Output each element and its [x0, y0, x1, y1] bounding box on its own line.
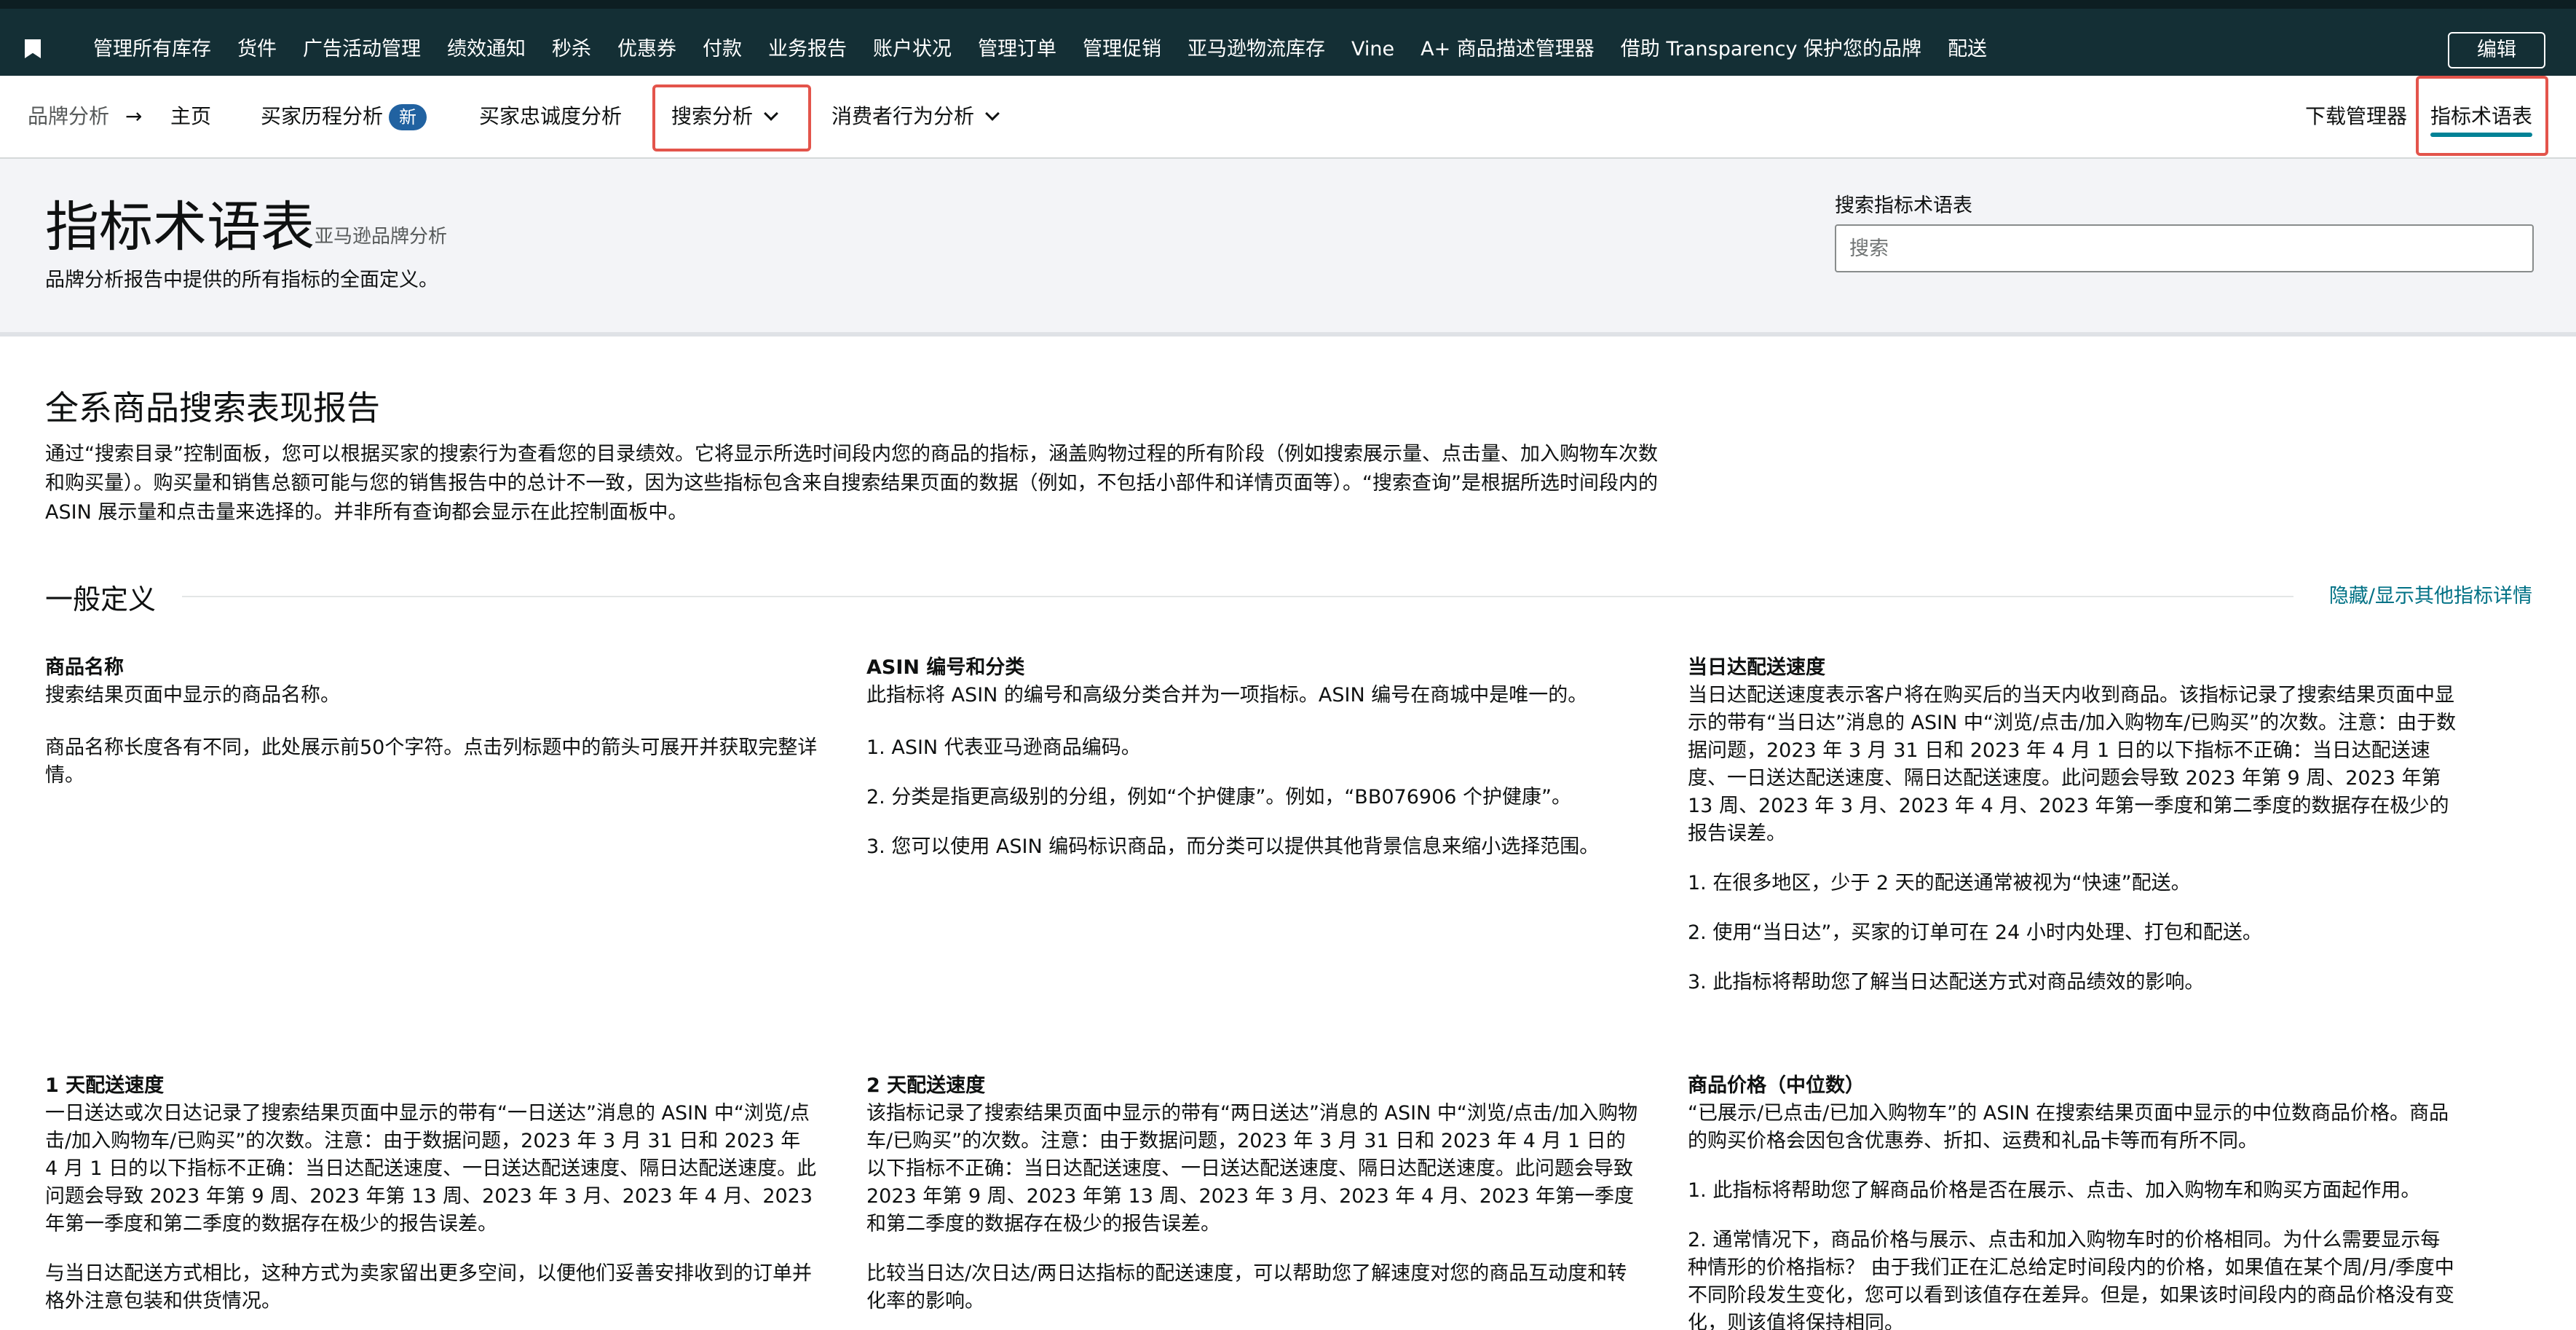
search-label: 搜索指标术语表	[1835, 194, 1972, 217]
toggle-metric-details-link[interactable]: 隐藏/显示其他指标详情	[2329, 580, 2532, 608]
nav-item-delivery[interactable]: 配送	[1948, 32, 1987, 67]
tab-consumer-behavior-label: 消费者行为分析	[831, 104, 975, 128]
glossary-search-input[interactable]	[1835, 224, 2534, 272]
nav-item-manage-orders[interactable]: 管理订单	[978, 32, 1056, 67]
tab-buyer-journey-label: 买家历程分析	[261, 104, 384, 128]
new-badge: 新	[389, 104, 427, 130]
term-paragraph: 1. 此指标将帮助您了解商品价格是否在展示、点击、加入购物车和购买方面起作用。	[1688, 1179, 2421, 1202]
nav-item-a-plus-manager[interactable]: A+ 商品描述管理器	[1421, 32, 1595, 67]
term-paragraph: 该指标记录了搜索结果页面中显示的带有“两日送达”消息的 ASIN 中“浏览/点击…	[866, 1102, 1638, 1235]
top-nav-items: 管理所有库存 货件 广告活动管理 绩效通知 秒杀 优惠券 付款 业务报告 账户状…	[93, 32, 2013, 67]
nav-item-campaign-manager[interactable]: 广告活动管理	[303, 32, 421, 67]
term-two-day-delivery: 2 天配送速度 该指标记录了搜索结果页面中显示的带有“两日送达”消息的 ASIN…	[866, 1072, 1638, 1315]
term-paragraph: 与当日达配送方式相比，这种方式为卖家留出更多空间，以便他们妥善安排收到的订单并格…	[45, 1262, 812, 1313]
term-paragraph: 搜索结果页面中显示的商品名称。	[45, 684, 340, 707]
tab-consumer-behavior[interactable]: 消费者行为分析	[831, 102, 1000, 131]
search-analysis-highlight	[652, 84, 811, 152]
term-paragraph: 2. 分类是指更高级别的分组，例如“个护健康”。例如，“BB076906 个护健…	[866, 786, 1571, 808]
nav-item-business-reports[interactable]: 业务报告	[768, 32, 847, 67]
brand-analytics-subnav: 品牌分析 → 主页 买家历程分析新 买家忠诚度分析 搜索分析 消费者行为分析 下…	[0, 76, 2576, 159]
term-paragraph: 2. 通常情况下，商品价格与展示、点击和加入购物车时的价格相同。为什么需要显示每…	[1688, 1229, 2454, 1330]
nav-item-manage-inventory[interactable]: 管理所有库存	[93, 32, 211, 67]
term-paragraph: 当日达配送速度表示客户将在购买后的当天内收到商品。该指标记录了搜索结果页面中显示…	[1688, 684, 2457, 845]
term-title: 1 天配送速度	[45, 1074, 165, 1097]
section-divider	[182, 596, 2293, 597]
tab-customer-loyalty[interactable]: 买家忠诚度分析	[479, 102, 622, 131]
edit-button[interactable]: 编辑	[2448, 32, 2545, 68]
term-title: 商品名称	[45, 656, 124, 679]
term-paragraph: 商品名称长度各有不同，此处展示前50个字符。点击列标题中的箭头可展开并获取完整详…	[45, 736, 818, 787]
term-paragraph: “已展示/已点击/已加入购物车”的 ASIN 在搜索结果页面中显示的中位数商品价…	[1688, 1102, 2449, 1152]
bookmark-icon[interactable]	[25, 39, 41, 58]
nav-item-performance-notifications[interactable]: 绩效通知	[447, 32, 526, 67]
term-paragraph: 1. 在很多地区，少于 2 天的配送通常被视为“快速”配送。	[1688, 872, 2191, 894]
glossary-header: 指标术语表 亚马逊品牌分析 品牌分析报告中提供的所有指标的全面定义。 搜索指标术…	[0, 159, 2576, 337]
nav-item-account-health[interactable]: 账户状况	[873, 32, 952, 67]
nav-item-shipments[interactable]: 货件	[237, 32, 277, 67]
nav-item-transparency[interactable]: 借助 Transparency 保护您的品牌	[1621, 32, 1921, 67]
page-description: 品牌分析报告中提供的所有指标的全面定义。	[45, 269, 438, 291]
nav-item-fba-inventory[interactable]: 亚马逊物流库存	[1188, 32, 1325, 67]
general-definitions-heading: 一般定义	[45, 577, 174, 617]
tab-buyer-journey[interactable]: 买家历程分析新	[261, 102, 427, 131]
section-intro: 通过“搜索目录”控制面板，您可以根据买家的搜索行为查看您的目录绩效。它将显示所选…	[45, 443, 1658, 524]
term-median-price: 商品价格（中位数） “已展示/已点击/已加入购物车”的 ASIN 在搜索结果页面…	[1688, 1072, 2460, 1330]
tab-home[interactable]: 主页	[170, 102, 211, 131]
nav-item-manage-promotions[interactable]: 管理促销	[1083, 32, 1161, 67]
term-paragraph: 比较当日达/次日达/两日达指标的配送速度，可以帮助您了解速度对您的商品互动度和转…	[866, 1262, 1627, 1313]
term-same-day-delivery: 当日达配送速度 当日达配送速度表示客户将在购买后的当天内收到商品。该指标记录了搜…	[1688, 654, 2460, 996]
download-manager-link[interactable]: 下载管理器	[2305, 102, 2407, 131]
page-title: 指标术语表	[45, 196, 315, 259]
top-nav-bar: 管理所有库存 货件 广告活动管理 绩效通知 秒杀 优惠券 付款 业务报告 账户状…	[0, 0, 2576, 76]
breadcrumb-arrow-icon: →	[125, 104, 143, 128]
chevron-down-icon	[985, 106, 1000, 121]
term-title: 商品价格（中位数）	[1688, 1074, 1865, 1097]
term-asin: ASIN 编号和分类 此指标将 ASIN 的编号和高级分类合并为一项指标。ASI…	[866, 654, 1645, 861]
glossary-highlight	[2416, 76, 2548, 156]
nav-item-vine[interactable]: Vine	[1351, 32, 1394, 67]
term-paragraph: 2. 使用“当日达”，买家的订单可在 24 小时内处理、打包和配送。	[1688, 921, 2262, 944]
nav-item-lightning-deals[interactable]: 秒杀	[552, 32, 591, 67]
page-subtitle: 亚马逊品牌分析	[315, 226, 448, 248]
term-title: 当日达配送速度	[1688, 656, 1825, 679]
term-paragraph: 1. ASIN 代表亚马逊商品编码。	[866, 736, 1141, 759]
term-paragraph: 3. 此指标将帮助您了解当日达配送方式对商品绩效的影响。	[1688, 971, 2205, 993]
term-paragraph: 一日送达或次日达记录了搜索结果页面中显示的带有“一日送达”消息的 ASIN 中“…	[45, 1102, 817, 1235]
term-paragraph: 3. 您可以使用 ASIN 编码标识商品，而分类可以提供其他背景信息来缩小选择范…	[866, 835, 1600, 858]
term-product-name: 商品名称 搜索结果页面中显示的商品名称。 商品名称长度各有不同，此处展示前50个…	[45, 654, 824, 790]
term-one-day-delivery: 1 天配送速度 一日送达或次日达记录了搜索结果页面中显示的带有“一日送达”消息的…	[45, 1072, 817, 1315]
section-title: 全系商品搜索表现报告	[45, 388, 380, 428]
breadcrumb-brand-analytics[interactable]: 品牌分析	[28, 102, 109, 131]
term-title: ASIN 编号和分类	[866, 656, 1025, 679]
nav-item-coupons[interactable]: 优惠券	[617, 32, 676, 67]
term-paragraph: 此指标将 ASIN 的编号和高级分类合并为一项指标。ASIN 编号在商城中是唯一…	[866, 684, 1588, 707]
nav-item-payments[interactable]: 付款	[703, 32, 742, 67]
term-title: 2 天配送速度	[866, 1074, 986, 1097]
